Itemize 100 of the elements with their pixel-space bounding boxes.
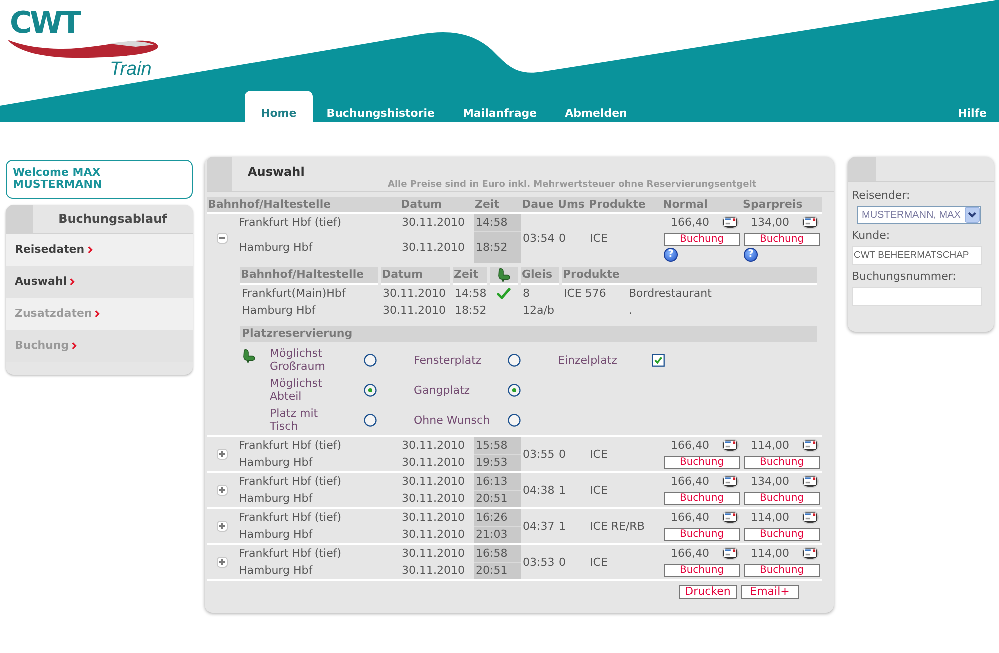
price-text: 134,00	[751, 215, 790, 230]
time-cell-text: 14:58	[454, 286, 487, 302]
time-cell: 16:13	[474, 473, 522, 490]
booking-button[interactable]: Buchung	[664, 233, 740, 246]
card-icon	[722, 439, 740, 452]
action-button[interactable]: Email+	[741, 585, 799, 599]
option-label: Möglichst Großraum	[270, 347, 326, 373]
product-cell: ICE	[588, 437, 662, 471]
column-header: Zeit	[453, 267, 487, 285]
time-cell: 18:52	[474, 231, 522, 263]
action-button[interactable]: Drucken	[679, 585, 737, 599]
minus-icon[interactable]	[217, 233, 228, 244]
nav-tab[interactable]: Home	[245, 91, 313, 122]
radio-button[interactable]	[364, 384, 377, 396]
time-cell: 19:53	[474, 454, 522, 471]
help-link[interactable]: Hilfe	[944, 91, 999, 122]
radio-button[interactable]	[508, 354, 521, 366]
date-cell: 30.11.2010	[400, 490, 474, 507]
service-text: .	[629, 304, 632, 317]
radio-button[interactable]	[364, 354, 377, 366]
field-label: Kunde:	[852, 229, 890, 243]
help-button[interactable]: ?	[744, 248, 758, 262]
changes-cell: 1	[557, 509, 588, 543]
platform-text: 12a/b	[523, 304, 554, 317]
date-cell-text: 30.11.2010	[382, 286, 447, 302]
time-cell: 21:03	[474, 526, 522, 543]
nav-tab[interactable]: Buchungshistorie	[312, 91, 449, 122]
booking-button[interactable]: Buchung	[744, 492, 820, 505]
booking-button[interactable]: Buchung	[664, 564, 740, 577]
station-cell: Frankfurt Hbf (tief)	[237, 437, 400, 454]
panel-title: Buchungsablauf	[58, 211, 168, 228]
logo-tagline: Train	[110, 60, 152, 80]
plus-icon[interactable]	[217, 556, 228, 568]
plus-icon[interactable]	[217, 484, 228, 496]
booking-button[interactable]: Buchung	[664, 456, 740, 469]
field-label: Buchungsnummer:	[852, 270, 956, 284]
input-field[interactable]	[852, 287, 982, 306]
help-button[interactable]: ?	[664, 248, 678, 262]
card-icon	[802, 547, 820, 560]
chevron-icon	[95, 310, 100, 318]
nav-tab[interactable]: Mailanfrage	[448, 91, 552, 122]
card-icon	[722, 547, 740, 560]
column-header: Produkte	[562, 267, 817, 285]
date-cell: 30.11.2010	[400, 437, 474, 454]
changes-cell: 1	[557, 473, 588, 507]
product-cell: ICE	[588, 213, 662, 263]
step-link[interactable]: Reisedaten	[6, 234, 193, 266]
chevron-icon	[88, 246, 93, 254]
column-header: Produkte	[588, 197, 662, 213]
seat-icon	[242, 349, 256, 363]
traveler-select[interactable]: MUSTERMANN, MAX	[857, 206, 981, 224]
booking-button[interactable]: Buchung	[744, 564, 820, 577]
date-cell: 30.11.2010	[400, 213, 474, 231]
date-cell: 30.11.2010	[400, 562, 474, 579]
changes-cell: 0	[557, 437, 588, 471]
date-cell: 30.11.2010	[400, 231, 474, 263]
changes-cell: 0	[557, 545, 588, 579]
seat-icon	[497, 268, 511, 282]
duration-cell: 03:54	[521, 213, 558, 263]
price-text: 166,40	[671, 215, 710, 230]
date-cell: 30.11.2010	[400, 545, 474, 562]
station-cell: Frankfurt Hbf (tief)	[237, 473, 400, 490]
radio-button[interactable]	[508, 414, 521, 426]
price-note: Alle Preise sind in Euro inkl. Mehrwertsteuer ohne Reservierungsentgelt	[388, 180, 757, 191]
nav-tab[interactable]: Abmelden	[551, 91, 642, 122]
booking-button[interactable]: Buchung	[664, 528, 740, 541]
checkbox[interactable]	[652, 354, 665, 366]
booking-button[interactable]: Buchung	[744, 233, 820, 246]
radio-button[interactable]	[364, 414, 377, 426]
price-text: 114,00	[751, 438, 790, 453]
field-label: Reisender:	[852, 189, 910, 203]
product-cell: ICE	[588, 473, 662, 507]
changes-cell: 0	[557, 213, 588, 263]
option-label: Möglichst Abteil	[270, 377, 324, 403]
column-header: Datum	[400, 197, 474, 213]
column-header: Normal	[662, 197, 742, 213]
column-header: Ums	[557, 197, 588, 213]
section-header: Platzreservierung	[240, 326, 817, 342]
duration-cell: 04:38	[521, 473, 558, 507]
date-cell: 30.11.2010	[400, 454, 474, 471]
booking-button[interactable]: Buchung	[744, 528, 820, 541]
platform-text: 8	[523, 287, 530, 300]
product-cell: ICE RE/RB	[588, 509, 662, 543]
card-icon	[722, 511, 740, 524]
plus-icon[interactable]	[217, 448, 228, 460]
booking-button[interactable]: Buchung	[664, 492, 740, 505]
input-field[interactable]: CWT BEHEERMATSCHAP	[852, 246, 982, 265]
station-cell: Frankfurt Hbf (tief)	[237, 509, 400, 526]
date-cell: 30.11.2010	[400, 473, 474, 490]
duration-cell: 03:55	[521, 437, 558, 471]
card-icon	[802, 216, 820, 229]
logo-wordmark: CWT	[10, 9, 80, 39]
radio-button[interactable]	[508, 384, 521, 396]
time-cell: 16:26	[474, 509, 522, 526]
booking-button[interactable]: Buchung	[744, 456, 820, 469]
step-link[interactable]: Auswahl	[6, 266, 193, 298]
plus-icon[interactable]	[217, 520, 228, 532]
option-label: Fensterplatz	[414, 354, 483, 366]
column-header: Bahnhof/Haltestelle	[240, 267, 378, 285]
time-cell: 20:51	[474, 562, 522, 579]
